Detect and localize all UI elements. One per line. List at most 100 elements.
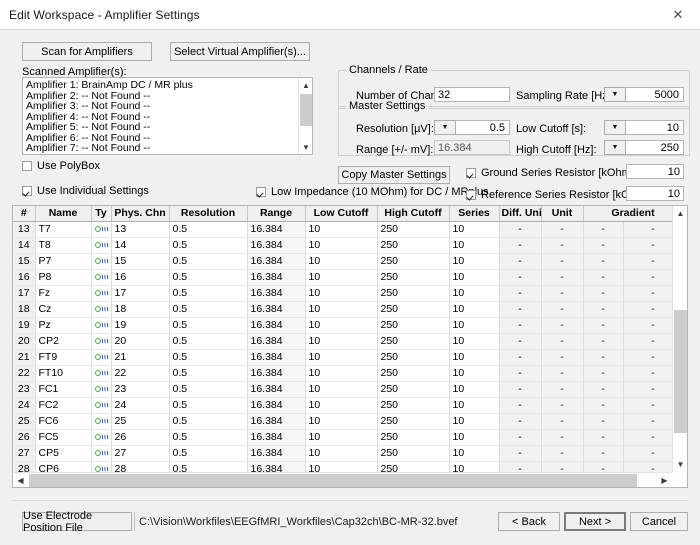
channel-table[interactable]: # Name Ty Phys. Chn Resolution Range Low… bbox=[12, 205, 688, 488]
channel-type-icon[interactable] bbox=[91, 429, 112, 446]
cell-gradient-a[interactable]: - bbox=[583, 253, 624, 270]
use-electrode-position-file-button[interactable]: Use Electrode Position File bbox=[22, 510, 132, 534]
cell-series[interactable]: 10 bbox=[449, 429, 500, 446]
cell-unit[interactable]: - bbox=[541, 237, 584, 254]
cell-unit[interactable]: - bbox=[541, 333, 584, 350]
cell-diff-uni[interactable]: - bbox=[499, 333, 542, 350]
cell-unit[interactable]: - bbox=[541, 413, 584, 430]
cell-unit[interactable]: - bbox=[541, 317, 584, 334]
cell-high-cutoff[interactable]: 250 bbox=[377, 285, 450, 302]
cell-phys-chn[interactable]: 19 bbox=[111, 317, 170, 334]
chevron-down-icon[interactable]: ▼ bbox=[673, 457, 687, 472]
channel-type-icon[interactable] bbox=[91, 349, 112, 366]
cell-index[interactable]: 15 bbox=[13, 253, 36, 270]
table-row[interactable]: 25FC6250.516.3841025010------ bbox=[13, 413, 687, 430]
cell-series[interactable]: 10 bbox=[449, 237, 500, 254]
cell-unit[interactable]: - bbox=[541, 365, 584, 382]
col-index[interactable]: # bbox=[13, 206, 36, 222]
cell-diff-uni[interactable]: - bbox=[499, 381, 542, 398]
reference-series-resistor-input[interactable]: 10 bbox=[626, 186, 684, 201]
low-impedance-checkbox[interactable] bbox=[256, 187, 266, 197]
cell-name[interactable]: CP2 bbox=[35, 333, 92, 350]
channel-type-icon[interactable] bbox=[91, 317, 112, 334]
resolution-value[interactable]: 0.5 bbox=[456, 120, 510, 135]
cell-name[interactable]: CP5 bbox=[35, 445, 92, 462]
scanned-amplifiers-listbox[interactable]: Amplifier 1: BrainAmp DC / MR plus Ampli… bbox=[22, 77, 313, 155]
ground-series-resistor-checkbox[interactable] bbox=[466, 168, 476, 178]
close-icon[interactable]: ✕ bbox=[656, 0, 700, 29]
cell-index[interactable]: 14 bbox=[13, 237, 36, 254]
table-row[interactable]: 24FC2240.516.3841025010------ bbox=[13, 397, 687, 414]
cell-gradient-a[interactable]: - bbox=[583, 365, 624, 382]
chevron-right-icon[interactable]: ▶ bbox=[657, 473, 672, 487]
cell-phys-chn[interactable]: 14 bbox=[111, 237, 170, 254]
channel-type-icon[interactable] bbox=[91, 285, 112, 302]
cell-high-cutoff[interactable]: 250 bbox=[377, 429, 450, 446]
cell-high-cutoff[interactable]: 250 bbox=[377, 365, 450, 382]
cell-phys-chn[interactable]: 23 bbox=[111, 381, 170, 398]
col-range[interactable]: Range bbox=[247, 206, 306, 222]
use-individual-settings-checkbox[interactable] bbox=[22, 186, 32, 196]
cell-resolution[interactable]: 0.5 bbox=[169, 301, 248, 318]
use-polybox-checkbox[interactable] bbox=[22, 161, 32, 171]
channel-type-icon[interactable] bbox=[91, 221, 112, 238]
cell-index[interactable]: 19 bbox=[13, 317, 36, 334]
scan-for-amplifiers-button[interactable]: Scan for Amplifiers bbox=[22, 42, 152, 61]
cell-range[interactable]: 16.384 bbox=[247, 269, 306, 286]
cell-gradient-a[interactable]: - bbox=[583, 413, 624, 430]
cell-high-cutoff[interactable]: 250 bbox=[377, 445, 450, 462]
cell-range[interactable]: 16.384 bbox=[247, 301, 306, 318]
cell-range[interactable]: 16.384 bbox=[247, 381, 306, 398]
cell-unit[interactable]: - bbox=[541, 285, 584, 302]
channel-type-icon[interactable] bbox=[91, 333, 112, 350]
cell-unit[interactable]: - bbox=[541, 429, 584, 446]
ground-series-resistor-input[interactable]: 10 bbox=[626, 164, 684, 179]
cancel-button[interactable]: Cancel bbox=[630, 512, 688, 531]
resolution-combo[interactable]: ▼ 0.5 bbox=[434, 120, 510, 135]
cell-high-cutoff[interactable]: 250 bbox=[377, 301, 450, 318]
cell-series[interactable]: 10 bbox=[449, 397, 500, 414]
cell-index[interactable]: 17 bbox=[13, 285, 36, 302]
table-row[interactable]: 18Cz180.516.3841025010------ bbox=[13, 301, 687, 318]
list-item[interactable]: Amplifier 3: -- Not Found -- bbox=[23, 101, 312, 112]
cell-resolution[interactable]: 0.5 bbox=[169, 333, 248, 350]
cell-name[interactable]: FT9 bbox=[35, 349, 92, 366]
cell-resolution[interactable]: 0.5 bbox=[169, 413, 248, 430]
cell-name[interactable]: P7 bbox=[35, 253, 92, 270]
cell-diff-uni[interactable]: - bbox=[499, 413, 542, 430]
cell-resolution[interactable]: 0.5 bbox=[169, 397, 248, 414]
cell-series[interactable]: 10 bbox=[449, 221, 500, 238]
cell-index[interactable]: 26 bbox=[13, 429, 36, 446]
back-button[interactable]: < Back bbox=[498, 512, 560, 531]
cell-high-cutoff[interactable]: 250 bbox=[377, 221, 450, 238]
chevron-down-icon[interactable]: ▼ bbox=[299, 140, 312, 154]
cell-resolution[interactable]: 0.5 bbox=[169, 381, 248, 398]
cell-resolution[interactable]: 0.5 bbox=[169, 445, 248, 462]
cell-diff-uni[interactable]: - bbox=[499, 317, 542, 334]
cell-name[interactable]: Fz bbox=[35, 285, 92, 302]
cell-series[interactable]: 10 bbox=[449, 413, 500, 430]
cell-index[interactable]: 23 bbox=[13, 381, 36, 398]
cell-index[interactable]: 16 bbox=[13, 269, 36, 286]
cell-diff-uni[interactable]: - bbox=[499, 429, 542, 446]
chevron-down-icon[interactable]: ▼ bbox=[434, 120, 456, 135]
cell-series[interactable]: 10 bbox=[449, 317, 500, 334]
cell-diff-uni[interactable]: - bbox=[499, 285, 542, 302]
col-diff-uni[interactable]: Diff. Uni bbox=[499, 206, 542, 222]
cell-high-cutoff[interactable]: 250 bbox=[377, 333, 450, 350]
cell-high-cutoff[interactable]: 250 bbox=[377, 253, 450, 270]
channel-type-icon[interactable] bbox=[91, 253, 112, 270]
cell-range[interactable]: 16.384 bbox=[247, 317, 306, 334]
cell-resolution[interactable]: 0.5 bbox=[169, 221, 248, 238]
cell-unit[interactable]: - bbox=[541, 221, 584, 238]
cell-index[interactable]: 18 bbox=[13, 301, 36, 318]
cell-phys-chn[interactable]: 25 bbox=[111, 413, 170, 430]
cell-high-cutoff[interactable]: 250 bbox=[377, 397, 450, 414]
channel-type-icon[interactable] bbox=[91, 381, 112, 398]
cell-low-cutoff[interactable]: 10 bbox=[305, 317, 378, 334]
cell-range[interactable]: 16.384 bbox=[247, 413, 306, 430]
low-cutoff-combo[interactable]: ▼ 10 bbox=[604, 120, 684, 135]
cell-series[interactable]: 10 bbox=[449, 301, 500, 318]
cell-resolution[interactable]: 0.5 bbox=[169, 253, 248, 270]
cell-gradient-a[interactable]: - bbox=[583, 317, 624, 334]
